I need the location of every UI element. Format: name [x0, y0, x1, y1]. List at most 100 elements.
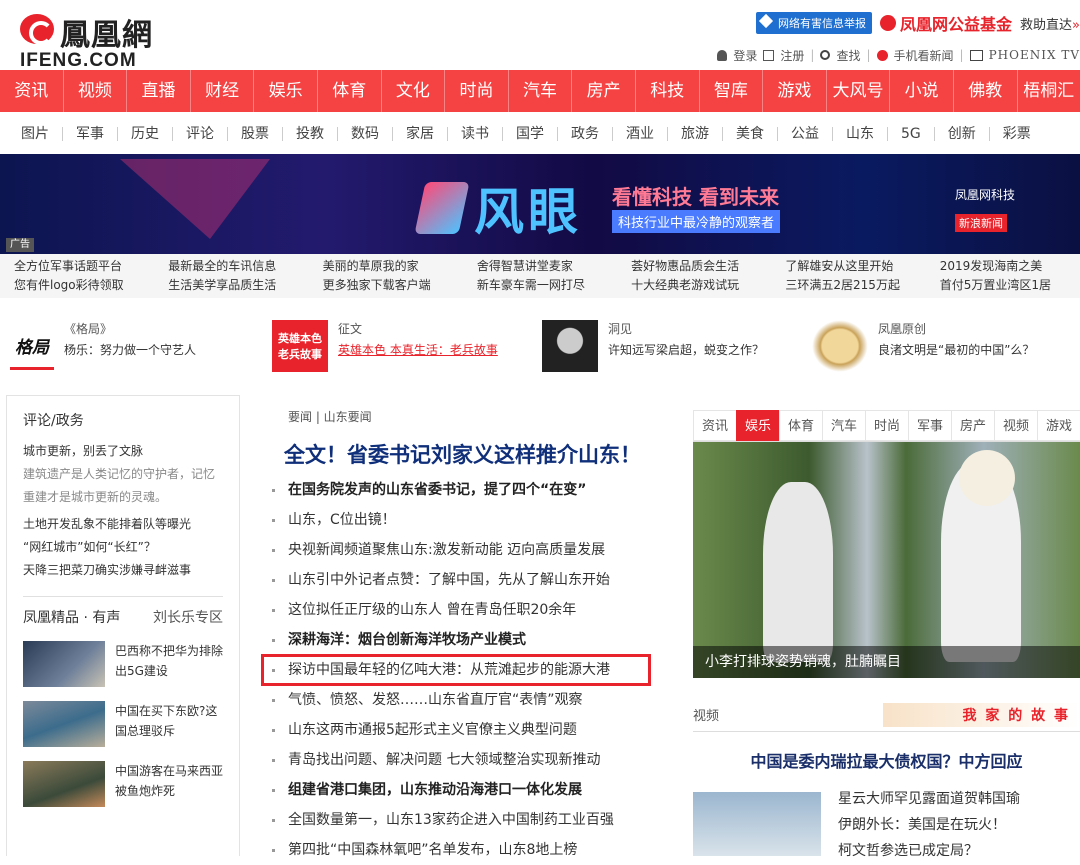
list-item[interactable]: 中国游客在马来西亚被鱼炮炸死	[23, 761, 223, 807]
featured-item-insight[interactable]: 洞见许知远写梁启超，蜕变之作？	[542, 320, 764, 382]
list-item[interactable]: 中国在买下东欧?这国总理驳斥	[23, 701, 223, 747]
news-item[interactable]: 在国务院发声的山东省委书记，提了四个“在变”	[262, 475, 662, 505]
main-nav-item[interactable]: 体育	[318, 70, 382, 112]
tab-2[interactable]: 体育	[779, 410, 822, 441]
section-heading-commentary[interactable]: 评论/政务	[23, 410, 223, 430]
breadcrumb[interactable]: 要闻 | 山东要闻	[288, 408, 662, 425]
featured-title[interactable]: 杨乐：努力做一个守艺人	[64, 341, 196, 358]
news-item[interactable]: 组建省港口集团，山东推动沿海港口一体化发展	[262, 775, 662, 805]
main-nav-item[interactable]: 财经	[191, 70, 255, 112]
tab-8[interactable]: 游戏	[1037, 410, 1080, 441]
my-family-story-banner[interactable]: 我 家 的 故 事	[883, 703, 1080, 727]
video-list-item[interactable]: 星云大师罕见露面道贺韩国瑜	[838, 786, 1080, 812]
tab-6[interactable]: 房产	[951, 410, 994, 441]
search-link[interactable]: 查找	[836, 47, 860, 64]
news-item-highlighted[interactable]: 探访中国最年轻的亿吨大港：从荒滩起步的能源大港	[262, 655, 650, 685]
main-nav-item[interactable]: 科技	[636, 70, 700, 112]
ifeng-logo[interactable]: 鳳凰網 IFENG.COM	[20, 10, 170, 68]
audio-section-title[interactable]: 凤凰精品 · 有声	[23, 607, 120, 627]
news-item[interactable]: 全国数量第一，山东13家药企进入中国制药工业百强	[262, 805, 662, 835]
video-list-item[interactable]: 伊朗外长：美国是在玩火！	[838, 812, 1080, 838]
sub-nav-item[interactable]: 家居	[393, 127, 448, 141]
main-nav-item[interactable]: 时尚	[445, 70, 509, 112]
featured-item-original[interactable]: 凤凰原创良渚文明是“最初的中国”么？	[812, 320, 1034, 382]
main-nav-item[interactable]: 直播	[127, 70, 191, 112]
ad-link[interactable]: 您有件logo彩待领取	[14, 276, 154, 295]
ad-link[interactable]: 舍得智慧讲堂麦家	[477, 257, 617, 276]
mobile-news-link[interactable]: 手机看新闻	[894, 47, 954, 64]
sub-nav-item[interactable]: 军事	[63, 127, 118, 141]
ad-link[interactable]: 十大经典老游戏试玩	[631, 276, 771, 295]
login-link[interactable]: 登录	[733, 47, 757, 64]
main-nav-item[interactable]: 汽车	[509, 70, 573, 112]
main-nav-item[interactable]: 房产	[572, 70, 636, 112]
news-item[interactable]: 央视新闻频道聚焦山东:激发新动能 迈向高质量发展	[262, 535, 662, 565]
ad-link[interactable]: 三环满五2居215万起	[785, 276, 925, 295]
main-nav-item[interactable]: 娱乐	[254, 70, 318, 112]
commentary-link[interactable]: 天降三把菜刀确实涉嫌寻衅滋事	[23, 559, 223, 582]
sub-nav-item[interactable]: 投教	[283, 127, 338, 141]
report-harmful-info-button[interactable]: 网络有害信息举报	[756, 12, 872, 34]
sub-nav-item[interactable]: 数码	[338, 127, 393, 141]
news-item[interactable]: 第四批“中国森林氧吧”名单发布，山东8地上榜	[262, 835, 662, 865]
main-nav-item[interactable]: 游戏	[763, 70, 827, 112]
featured-title[interactable]: 良渚文明是“最初的中国”么？	[878, 341, 1034, 358]
ad-link[interactable]: 荟好物惠品质会生活	[631, 257, 771, 276]
sub-nav-item[interactable]: 酒业	[613, 127, 668, 141]
video-headline[interactable]: 中国是委内瑞拉最大债权国？中方回应	[693, 748, 1080, 772]
sub-nav-item[interactable]: 公益	[778, 127, 833, 141]
sub-nav-item[interactable]: 5G	[888, 127, 935, 141]
sub-nav-item[interactable]: 政务	[558, 127, 613, 141]
sub-nav-item[interactable]: 股票	[228, 127, 283, 141]
main-nav-item[interactable]: 大风号	[827, 70, 891, 112]
video-section-label[interactable]: 视频	[693, 705, 719, 724]
news-item[interactable]: 山东，C位出镜！	[262, 505, 662, 535]
ad-banner[interactable]: 风眼 看懂科技 看到未来 科技行业中最冷静的观察者 凤凰网科技 新浪新闻 广告	[0, 154, 1080, 254]
tab-0[interactable]: 资讯	[693, 410, 736, 441]
list-item-title[interactable]: 巴西称不把华为排除出5G建设	[115, 641, 223, 687]
video-thumb[interactable]	[693, 792, 821, 856]
ad-link[interactable]: 了解雄安从这里开始	[785, 257, 925, 276]
list-item-title[interactable]: 中国在买下东欧?这国总理驳斥	[115, 701, 223, 747]
main-nav-item[interactable]: 梧桐汇	[1018, 70, 1080, 112]
featured-title[interactable]: 许知远写梁启超，蜕变之作？	[608, 341, 764, 358]
commentary-link[interactable]: “网红城市”如何“长红”？	[23, 536, 223, 559]
main-nav-item[interactable]: 智库	[700, 70, 764, 112]
tab-5[interactable]: 军事	[908, 410, 951, 441]
featured-item-essay[interactable]: 英雄本色 老兵故事 征文英雄本色 本真生活：老兵故事	[272, 320, 498, 382]
main-nav-item[interactable]: 文化	[382, 70, 446, 112]
sub-nav-item[interactable]: 旅游	[668, 127, 723, 141]
sub-nav-item[interactable]: 彩票	[990, 127, 1044, 141]
tab-3[interactable]: 汽车	[822, 410, 865, 441]
news-item[interactable]: 青岛找出问题、解决问题 七大领域整治实现新推动	[262, 745, 662, 775]
news-item[interactable]: 这位拟任正厅级的山东人 曾在青岛任职20余年	[262, 595, 662, 625]
charity-fund-link[interactable]: 凤凰网公益基金	[880, 11, 1012, 35]
video-list-item[interactable]: 柯文哲参选已成定局？	[838, 838, 1080, 864]
help-direct-link[interactable]: 救助直达»	[1020, 14, 1080, 33]
main-nav-item[interactable]: 视频	[64, 70, 128, 112]
list-item-title[interactable]: 中国游客在马来西亚被鱼炮炸死	[115, 761, 223, 807]
tab-1[interactable]: 娱乐	[736, 410, 779, 441]
featured-title[interactable]: 英雄本色 本真生活：老兵故事	[338, 341, 498, 358]
tab-7[interactable]: 视频	[994, 410, 1037, 441]
ad-link[interactable]: 最新最全的车讯信息	[168, 257, 308, 276]
sub-nav-item[interactable]: 创新	[935, 127, 990, 141]
phoenix-tv-link[interactable]: PHOENIX TV	[989, 48, 1080, 62]
main-nav-item[interactable]: 佛教	[954, 70, 1018, 112]
ad-link[interactable]: 全方位军事话题平台	[14, 257, 154, 276]
featured-photo[interactable]: 小李打排球姿势销魂，肚腩瞩目	[693, 442, 1080, 678]
sub-nav-item[interactable]: 图片	[8, 127, 63, 141]
sub-nav-item[interactable]: 美食	[723, 127, 778, 141]
tab-4[interactable]: 时尚	[865, 410, 908, 441]
featured-item-geju[interactable]: 格局 《格局》杨乐：努力做一个守艺人	[10, 320, 196, 382]
ad-link[interactable]: 首付5万置业湾区1居	[940, 276, 1080, 295]
list-item[interactable]: 巴西称不把华为排除出5G建设	[23, 641, 223, 687]
ad-link[interactable]: 2019发现海南之美	[940, 257, 1080, 276]
commentary-link[interactable]: 土地开发乱象不能排着队等曝光	[23, 513, 223, 536]
photo-caption[interactable]: 小李打排球姿势销魂，肚腩瞩目	[693, 646, 1080, 678]
sub-nav-item[interactable]: 国学	[503, 127, 558, 141]
liu-changle-link[interactable]: 刘长乐专区	[153, 607, 223, 627]
ad-link[interactable]: 生活美学享品质生活	[168, 276, 308, 295]
news-item[interactable]: 山东这两市通报5起形式主义官僚主义典型问题	[262, 715, 662, 745]
sub-nav-item[interactable]: 山东	[833, 127, 888, 141]
